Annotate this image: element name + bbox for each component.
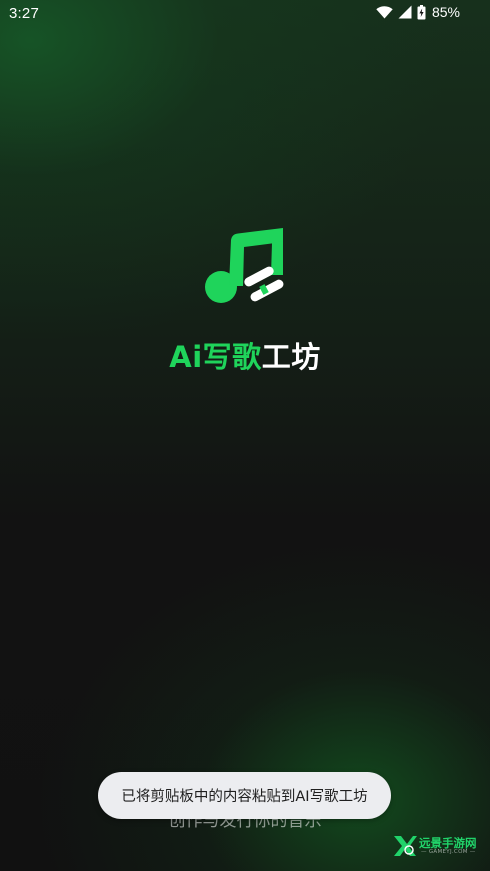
app-title-accent: Ai写歌: [169, 340, 262, 374]
music-note-icon: [205, 228, 284, 303]
wifi-icon: [376, 5, 393, 19]
cell-signal-icon: [398, 5, 412, 19]
app-title: Ai写歌工坊: [0, 334, 490, 376]
status-bar: 3:27 85%: [0, 0, 490, 28]
splash-screen: 3:27 85% Ai写歌工坊 创作与发行你的音乐 已将剪贴板中的内容粘贴到AI…: [0, 0, 490, 871]
watermark: 远景手游网 — GAMEYJ.COM —: [393, 834, 477, 858]
app-logo: [203, 228, 287, 308]
toast-message: 已将剪贴板中的内容粘贴到AI写歌工坊: [121, 789, 368, 805]
battery-charging-icon: [417, 4, 426, 20]
battery-percentage: 85%: [431, 4, 460, 20]
status-time: 3:27: [9, 5, 39, 22]
clipboard-toast: 已将剪贴板中的内容粘贴到AI写歌工坊: [98, 772, 391, 819]
app-title-rest: 工坊: [261, 340, 321, 374]
watermark-logo-icon: [394, 836, 417, 856]
status-icons: 85%: [376, 4, 460, 20]
watermark-subtext: — GAMEYJ.COM —: [421, 849, 476, 855]
